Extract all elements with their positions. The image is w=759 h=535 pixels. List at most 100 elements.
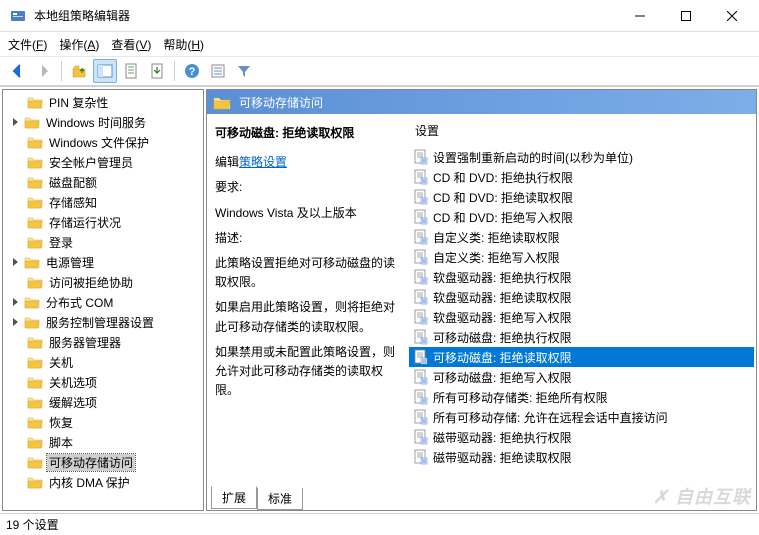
tree-item[interactable]: 可移动存储访问: [3, 452, 203, 472]
tree-item[interactable]: 服务控制管理器设置: [3, 312, 203, 332]
setting-item[interactable]: 磁带驱动器: 拒绝执行权限: [409, 427, 754, 447]
edit-policy-link[interactable]: 策略设置: [239, 155, 287, 169]
setting-item[interactable]: 软盘驱动器: 拒绝写入权限: [409, 307, 754, 327]
back-button[interactable]: [6, 59, 30, 83]
export-button[interactable]: [145, 59, 169, 83]
settings-list[interactable]: 设置 设置强制重新启动的时间(以秒为单位)CD 和 DVD: 拒绝执行权限 CD …: [407, 114, 756, 488]
tree-item[interactable]: 服务器管理器: [3, 332, 203, 352]
window-controls: [617, 1, 755, 31]
setting-item-label: CD 和 DVD: 拒绝读取权限: [433, 189, 573, 206]
minimize-button[interactable]: [617, 1, 663, 31]
show-hide-tree-button[interactable]: [93, 59, 117, 83]
menu-file[interactable]: 文件(F): [8, 36, 47, 53]
setting-item[interactable]: 所有可移动存储类: 拒绝所有权限: [409, 387, 754, 407]
tree-item-label: 可移动存储访问: [47, 454, 135, 471]
menu-view[interactable]: 查看(V): [111, 36, 151, 53]
tree-item-label: 安全帐户管理员: [47, 154, 135, 171]
tree-item-label: 服务器管理器: [47, 334, 123, 351]
close-button[interactable]: [709, 1, 755, 31]
tree-item[interactable]: 磁盘配额: [3, 172, 203, 192]
setting-item-label: 磁带驱动器: 拒绝读取权限: [433, 449, 572, 466]
setting-item[interactable]: 软盘驱动器: 拒绝执行权限: [409, 267, 754, 287]
description-para2: 如果禁用或未配置此策略设置，则允许对此可移动存储类的读取权限。: [215, 343, 399, 401]
setting-item[interactable]: 设置强制重新启动的时间(以秒为单位): [409, 147, 754, 167]
tree-item[interactable]: 内核 DMA 保护: [3, 472, 203, 492]
tree-item[interactable]: 登录: [3, 232, 203, 252]
tree-item[interactable]: 关机: [3, 352, 203, 372]
tree-item-label: Windows 文件保护: [47, 134, 151, 151]
properties-button[interactable]: [119, 59, 143, 83]
tree-item[interactable]: 关机选项: [3, 372, 203, 392]
setting-item[interactable]: 可移动磁盘: 拒绝读取权限: [409, 347, 754, 367]
tree-item-label: 分布式 COM: [44, 294, 115, 311]
tree-item[interactable]: 电源管理: [3, 252, 203, 272]
separator: [174, 61, 175, 81]
setting-item[interactable]: CD 和 DVD: 拒绝写入权限: [409, 207, 754, 227]
toolbar: ?: [0, 56, 759, 86]
setting-item-label: 软盘驱动器: 拒绝读取权限: [433, 289, 572, 306]
separator: [61, 61, 62, 81]
tree-item[interactable]: 安全帐户管理员: [3, 152, 203, 172]
right-panel: 可移动存储访问 可移动磁盘: 拒绝读取权限 编辑策略设置 要求: Windows…: [206, 89, 757, 511]
tree-item[interactable]: Windows 时间服务: [3, 112, 203, 132]
edit-policy-line: 编辑策略设置: [215, 153, 399, 172]
forward-button[interactable]: [32, 59, 56, 83]
tree-item-label: 缓解选项: [47, 394, 99, 411]
right-body: 可移动磁盘: 拒绝读取权限 编辑策略设置 要求: Windows Vista 及…: [207, 114, 756, 488]
tree-item-label: 磁盘配额: [47, 174, 99, 191]
titlebar: 本地组策略编辑器: [0, 0, 759, 32]
setting-item-label: 所有可移动存储类: 拒绝所有权限: [433, 389, 608, 406]
tree-item-label: 关机选项: [47, 374, 99, 391]
tree-item-label: 存储运行状况: [47, 214, 123, 231]
setting-item-label: 软盘驱动器: 拒绝执行权限: [433, 269, 572, 286]
tree-item-label: 脚本: [47, 434, 75, 451]
setting-item[interactable]: 可移动磁盘: 拒绝执行权限: [409, 327, 754, 347]
setting-item[interactable]: 自定义类: 拒绝写入权限: [409, 247, 754, 267]
setting-item-label: 自定义类: 拒绝读取权限: [433, 229, 560, 246]
tree-item[interactable]: PIN 复杂性: [3, 92, 203, 112]
window-title: 本地组策略编辑器: [34, 7, 617, 24]
setting-item[interactable]: 软盘驱动器: 拒绝读取权限: [409, 287, 754, 307]
setting-item[interactable]: CD 和 DVD: 拒绝读取权限: [409, 187, 754, 207]
tab-standard[interactable]: 标准: [257, 488, 303, 510]
setting-item[interactable]: 磁带驱动器: 拒绝读取权限: [409, 447, 754, 467]
tree-item[interactable]: 存储运行状况: [3, 212, 203, 232]
up-level-button[interactable]: [67, 59, 91, 83]
statusbar: 19 个设置: [0, 513, 759, 535]
setting-item-label: 磁带驱动器: 拒绝执行权限: [433, 429, 572, 446]
setting-item[interactable]: 自定义类: 拒绝读取权限: [409, 227, 754, 247]
tree-item[interactable]: 缓解选项: [3, 392, 203, 412]
setting-item[interactable]: 可移动磁盘: 拒绝写入权限: [409, 367, 754, 387]
right-panel-title: 可移动存储访问: [239, 94, 323, 111]
help-button[interactable]: ?: [180, 59, 204, 83]
menubar: 文件(F) 操作(A) 查看(V) 帮助(H): [0, 32, 759, 56]
tree-item[interactable]: 脚本: [3, 432, 203, 452]
column-header-setting[interactable]: 设置: [409, 120, 754, 147]
tree-item-label: 恢复: [47, 414, 75, 431]
setting-item-label: 可移动磁盘: 拒绝执行权限: [433, 329, 572, 346]
maximize-button[interactable]: [663, 1, 709, 31]
setting-item[interactable]: CD 和 DVD: 拒绝执行权限: [409, 167, 754, 187]
tree-item[interactable]: 存储感知: [3, 192, 203, 212]
tree-item[interactable]: Windows 文件保护: [3, 132, 203, 152]
setting-item-label: 设置强制重新启动的时间(以秒为单位): [433, 149, 633, 166]
filter-button[interactable]: [232, 59, 256, 83]
tree-item[interactable]: 恢复: [3, 412, 203, 432]
setting-item-label: 软盘驱动器: 拒绝写入权限: [433, 309, 572, 326]
tree-panel[interactable]: PIN 复杂性Windows 时间服务 Windows 文件保护安全帐户管理员磁盘…: [2, 89, 204, 511]
menu-help[interactable]: 帮助(H): [163, 36, 204, 53]
tree-item[interactable]: 访问被拒绝协助: [3, 272, 203, 292]
setting-item-label: 所有可移动存储: 允许在远程会话中直接访问: [433, 409, 668, 426]
setting-item[interactable]: 所有可移动存储: 允许在远程会话中直接访问: [409, 407, 754, 427]
tab-extended[interactable]: 扩展: [211, 486, 257, 509]
requirements-value: Windows Vista 及以上版本: [215, 204, 399, 223]
setting-item-label: 可移动磁盘: 拒绝写入权限: [433, 369, 572, 386]
folder-icon: [213, 95, 231, 110]
filter-options-button[interactable]: [206, 59, 230, 83]
menu-action[interactable]: 操作(A): [59, 36, 99, 53]
tree-item-label: 内核 DMA 保护: [47, 474, 132, 491]
tree-item-label: PIN 复杂性: [47, 94, 110, 111]
tree-item[interactable]: 分布式 COM: [3, 292, 203, 312]
setting-item-label: 自定义类: 拒绝写入权限: [433, 249, 560, 266]
svg-text:?: ?: [189, 66, 196, 78]
